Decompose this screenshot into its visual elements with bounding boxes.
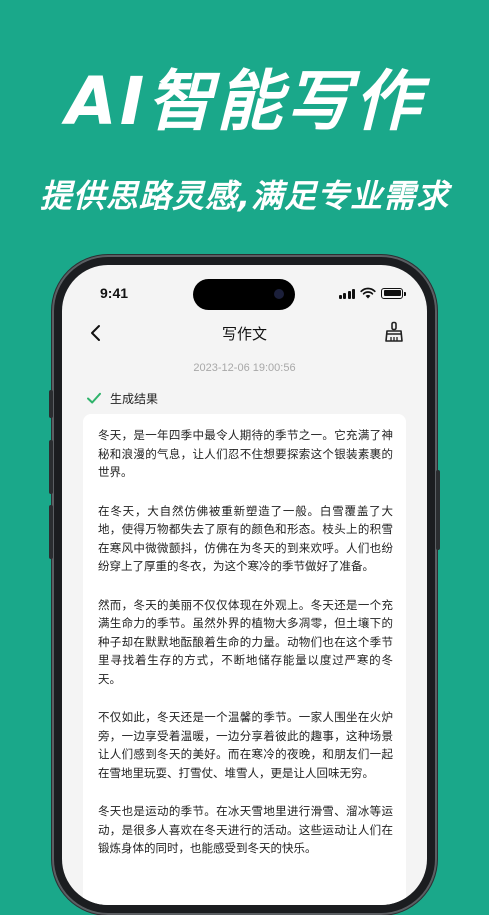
broom-clean-icon[interactable]	[383, 321, 405, 343]
check-icon	[87, 392, 101, 404]
article-paragraph: 冬天，是一年四季中最令人期待的季节之一。它充满了神秘和浪漫的气息，让人们忍不住想…	[98, 428, 393, 479]
nav-bar: 写作文	[62, 315, 427, 351]
result-label: 生成结果	[110, 391, 159, 406]
article-text: 冬天，是一年四季中最令人期待的季节之一。它充满了神秘和浪漫的气息，让人们忍不住想…	[98, 426, 393, 878]
signal-icon	[338, 288, 355, 299]
status-icons	[338, 287, 406, 299]
result-card: 冬天，是一年四季中最令人期待的季节之一。它充满了神秘和浪漫的气息，让人们忍不住想…	[83, 414, 406, 905]
battery-icon	[381, 287, 406, 299]
generated-timestamp: 2023-12-06 19:00:56	[193, 362, 296, 374]
result-header: 生成结果	[86, 389, 158, 407]
article-paragraph: 然而，冬天的美丽不仅仅体现在外观上。冬天还是一个充满生命力的季节。虽然外界的植物…	[98, 597, 393, 686]
hero-title: AI智能写作	[65, 63, 424, 140]
article-paragraph: 在冬天，大自然仿佛被重新塑造了一般。白雪覆盖了大地，使得万物都失去了原有的颜色和…	[98, 503, 393, 574]
status-time: 9:41	[100, 285, 129, 301]
article-paragraph: 不仅如此，冬天还是一个温馨的季节。一家人围坐在火炉旁，一边享受着温暖，一边分享着…	[98, 710, 393, 780]
dynamic-island	[193, 279, 295, 310]
status-bar: 9:41	[62, 265, 427, 315]
camera-icon	[274, 289, 284, 299]
phone-screen: 9:41 写作文 2023-12-06 19:00:56 生成结果 冬天，是一年…	[62, 265, 427, 905]
hero-subtitle: 提供思路灵感,满足专业需求	[39, 177, 450, 215]
page-title: 写作文	[221, 325, 267, 343]
phone-power-button	[436, 470, 440, 550]
phone-volume-up-button	[49, 440, 53, 494]
article-paragraph: 冬天也是运动的季节。在冰天雪地里进行滑雪、溜冰等运动，是很多人喜欢在冬天进行的活…	[98, 804, 393, 855]
phone-side-button	[49, 390, 53, 418]
wifi-icon	[360, 287, 376, 299]
phone-volume-down-button	[49, 505, 53, 559]
